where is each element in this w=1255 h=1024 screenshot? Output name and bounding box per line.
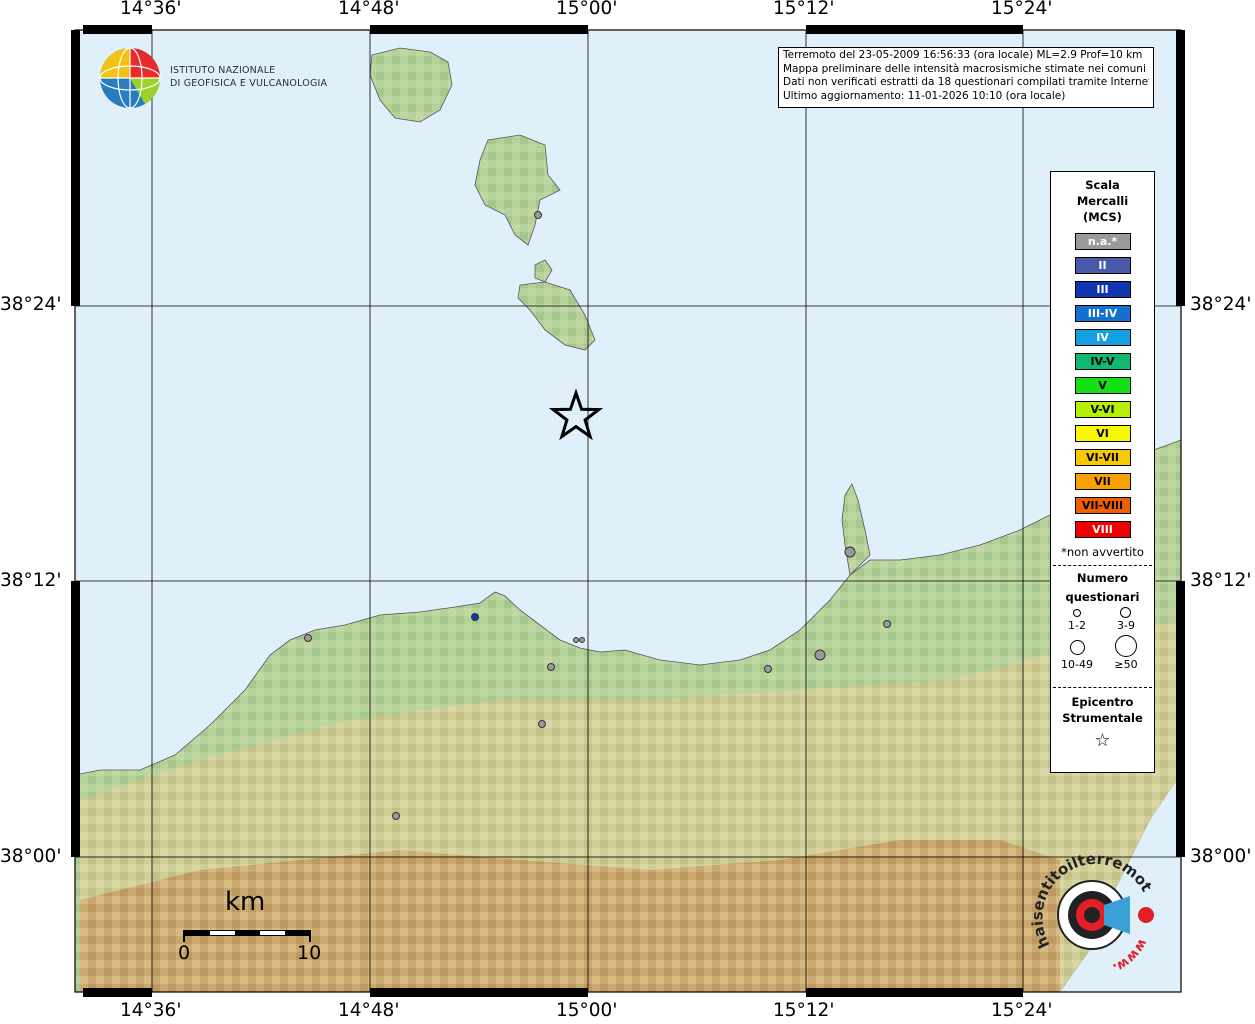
lon-label-bottom: 14°48'	[338, 1000, 400, 1021]
logo-line: DI GEOFISICA E VULCANOLOGIA	[170, 78, 328, 89]
scale-max: 10	[297, 942, 322, 964]
lat-label-right: 38°12'	[1190, 570, 1252, 591]
obs-point	[304, 634, 312, 642]
count-title: questionari	[1065, 590, 1140, 604]
count-label: 3-9	[1117, 619, 1135, 632]
legend-title: Scala	[1085, 178, 1120, 192]
obs-point	[471, 613, 479, 621]
obs-point	[883, 620, 891, 628]
lon-label-bottom: 15°12'	[773, 1000, 835, 1021]
mcs-scale-item: VIII	[1074, 521, 1131, 538]
logo-line: ISTITUTO NAZIONALE	[170, 65, 276, 76]
circle-large-icon	[1070, 640, 1085, 655]
lon-label-bottom: 15°24'	[991, 1000, 1053, 1021]
count-symbols: 1-2 3-9 10-49 ≥50	[1051, 605, 1154, 687]
map-description: Mappa preliminare delle intensità macros…	[783, 62, 1146, 75]
scale-min: 0	[178, 942, 191, 964]
ingv-logo-icon	[99, 47, 161, 109]
obs-point	[547, 663, 555, 671]
count-label: 1-2	[1068, 619, 1086, 632]
epicenter-title: Strumentale	[1062, 711, 1143, 725]
event-info-box: Terremoto del 23-05-2009 16:56:33 (ora l…	[778, 47, 1154, 108]
svg-text:haisentitoilterremoto.it: haisentitoilterremoto.it	[1030, 850, 1156, 951]
circle-small-icon	[1073, 609, 1081, 617]
lon-label-top: 15°24'	[991, 0, 1053, 19]
mcs-scale-item: n.a.*	[1074, 233, 1131, 250]
obs-point	[392, 812, 400, 820]
lon-label-top: 15°12'	[773, 0, 835, 19]
lat-label-left: 38°00'	[0, 846, 62, 867]
mcs-scale-item: VII-VIII	[1074, 497, 1131, 514]
count-label: 10-49	[1061, 658, 1093, 671]
obs-point	[573, 637, 579, 643]
star-icon: ☆	[1094, 730, 1111, 751]
epicenter-title: Epicentro	[1071, 695, 1134, 709]
count-label: ≥50	[1114, 658, 1138, 671]
obs-point	[844, 546, 856, 558]
legend-panel: Scala Mercalli (MCS) n.a.* II III III-IV IV I…	[1050, 171, 1155, 773]
mcs-scale-item: V-VI	[1074, 401, 1131, 418]
obs-point	[764, 665, 772, 673]
brand-text: haisentitoilterremoto.it www.	[1030, 850, 1156, 975]
divider	[1053, 565, 1152, 566]
legend-note: *non avvertito	[1061, 545, 1144, 559]
last-update: Ultimo aggiornamento: 11-01-2026 10:10 (…	[783, 89, 1066, 102]
lon-label-top: 15°00'	[556, 0, 618, 19]
mcs-scale-item: II	[1074, 257, 1131, 274]
brand-www: www.	[1110, 936, 1150, 975]
obs-point	[579, 637, 585, 643]
mcs-scale-item: IV	[1074, 329, 1131, 346]
obs-point	[814, 649, 826, 661]
lat-label-left: 38°12'	[0, 570, 62, 591]
lat-label-right: 38°00'	[1190, 846, 1252, 867]
circle-xlarge-icon	[1115, 635, 1137, 657]
event-title: Terremoto del 23-05-2009 16:56:33 (ora l…	[783, 49, 1143, 61]
lon-label-bottom: 14°36'	[120, 1000, 182, 1021]
mcs-scale-item: VI-VII	[1074, 449, 1131, 466]
count-title: Numero	[1076, 571, 1129, 585]
lon-label-top: 14°48'	[338, 0, 400, 19]
svg-text:www.: www.	[1110, 936, 1150, 975]
mcs-scale-item: III-IV	[1074, 305, 1131, 322]
lon-label-bottom: 15°00'	[556, 1000, 618, 1021]
lat-label-left: 38°24'	[0, 294, 62, 315]
circle-medium-icon	[1120, 607, 1131, 618]
mcs-scale-item: VII	[1074, 473, 1131, 490]
obs-point	[538, 720, 546, 728]
mcs-scale-item: VI	[1074, 425, 1131, 442]
legend-title: Mercalli	[1076, 194, 1129, 208]
ingv-logo-text: ISTITUTO NAZIONALE DI GEOFISICA E VULCAN…	[170, 64, 327, 90]
mcs-scale-item: III	[1074, 281, 1131, 298]
mcs-scale-list: n.a.* II III III-IV IV IV-V V V-VI VI VI-VII VII VI…	[1051, 233, 1154, 538]
obs-point	[534, 211, 542, 219]
mcs-scale-item: V	[1074, 377, 1131, 394]
scale-unit: km	[225, 887, 266, 917]
lat-label-right: 38°24'	[1190, 294, 1252, 315]
legend-title: (MCS)	[1083, 210, 1122, 224]
brand-name: haisentitoilterremoto.it	[1030, 850, 1156, 951]
lon-label-top: 14°36'	[120, 0, 182, 19]
mcs-scale-item: IV-V	[1074, 353, 1131, 370]
data-note: Dati non verificati estratti da 18 quest…	[783, 76, 1149, 88]
divider	[1053, 687, 1152, 688]
